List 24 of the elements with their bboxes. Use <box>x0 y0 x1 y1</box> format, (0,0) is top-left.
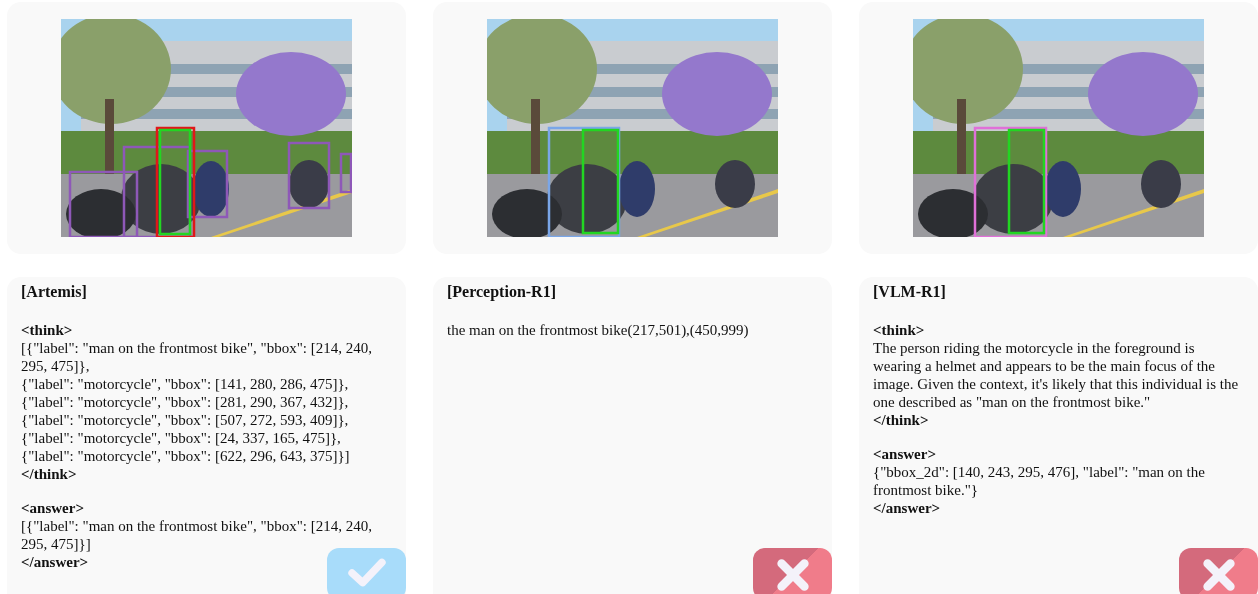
output-text: {"label": "motorcycle", "bbox": [141, 280, 286, 475]}, <box>21 375 350 393</box>
bounding-box <box>68 170 139 237</box>
output-text: [{"label": "man on the frontmost bike", "bbox": [214, 240, 295, 475]}, <box>21 339 373 375</box>
output-text: {"label": "motorcycle", "bbox": [281, 290, 367, 432]}, <box>21 393 350 411</box>
model-title: [Artemis] <box>21 283 88 301</box>
model-title: [VLM-R1] <box>873 283 947 301</box>
output-text: The person riding the motorcycle in the foreground is wearing a helmet and appears to be the main focus of the image. Given the context, it's likely that this individual is the one described as "man on the frontmost bike." <box>873 339 1240 411</box>
bounding-box <box>339 152 352 194</box>
output-text: the man on the frontmost bike(217,501),(450,999) <box>447 321 750 339</box>
output-text: {"label": "motorcycle", "bbox": [507, 272, 593, 409]}, <box>21 411 350 429</box>
model-title: [Perception-R1] <box>447 283 557 301</box>
tag-label: <answer> <box>21 499 85 517</box>
tag-label: <think> <box>873 321 926 339</box>
tag-label: </answer> <box>21 553 90 571</box>
output-text: {"label": "motorcycle", "bbox": [622, 296, 643, 375]}] <box>21 447 351 465</box>
tag-label: <think> <box>21 321 74 339</box>
output-text: [{"label": "man on the frontmost bike", "bbox": [214, 240, 295, 475]}] <box>21 517 373 553</box>
tag-label: </think> <box>873 411 930 429</box>
tag-label: </answer> <box>873 499 942 517</box>
output-text: {"label": "motorcycle", "bbox": [24, 337, 165, 475]}, <box>21 429 342 447</box>
bounding-box <box>287 141 331 210</box>
tag-label: <answer> <box>873 445 937 463</box>
tag-label: </think> <box>21 465 78 483</box>
output-text: {"bbox_2d": [140, 243, 295, 476], "label": "man on the frontmost bike."} <box>873 463 1206 499</box>
